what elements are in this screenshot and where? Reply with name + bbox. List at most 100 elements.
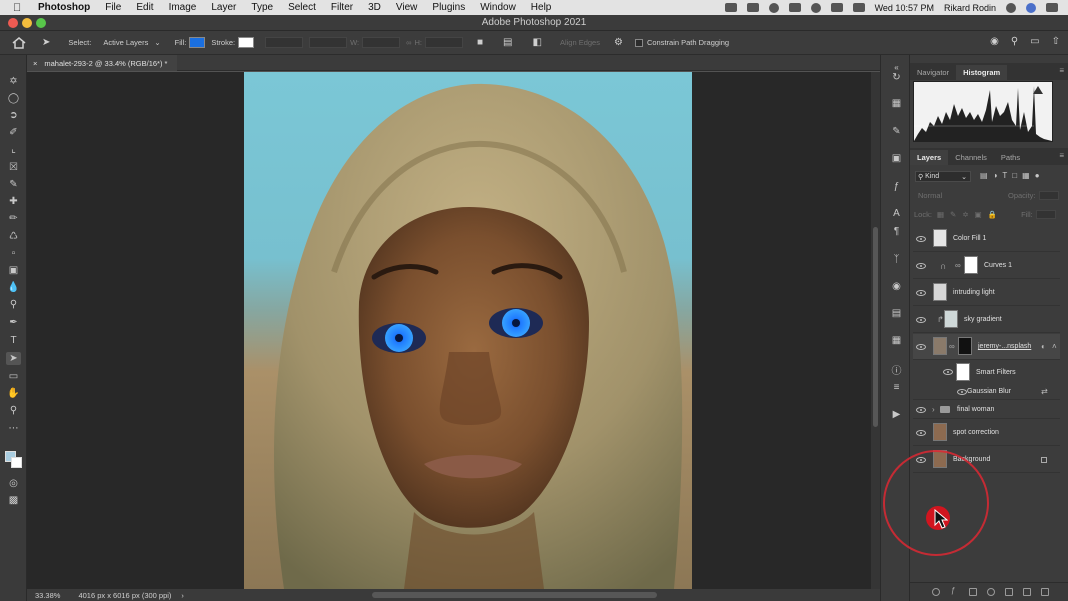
tab-navigator[interactable]: Navigator <box>910 65 956 80</box>
lock-image-icon[interactable]: ✎ <box>950 210 956 219</box>
gear-icon[interactable]: ⚙ <box>614 37 623 48</box>
fx-icon[interactable]: ƒ <box>951 586 959 595</box>
play-icon[interactable]: ▶ <box>890 408 903 420</box>
menu-file[interactable]: File <box>105 2 121 13</box>
paragraph-icon[interactable]: ¶ <box>890 225 903 237</box>
document-tab[interactable]: × mahalet-293-2 @ 33.4% (RGB/16*) * <box>27 55 178 71</box>
visibility-eye-icon[interactable] <box>916 263 926 269</box>
menu-3d[interactable]: 3D <box>368 2 381 13</box>
path-arrangement-icon[interactable]: ◧ <box>532 37 541 48</box>
clone-source-icon[interactable]: ▣ <box>890 152 903 164</box>
horizontal-scroll-thumb[interactable] <box>372 592 657 598</box>
select-dropdown[interactable]: Active Layers <box>103 38 148 47</box>
character-icon[interactable]: A <box>890 207 903 219</box>
layers-panel-menu-icon[interactable]: ≡ <box>1059 151 1064 160</box>
link-layers-icon[interactable] <box>932 588 940 596</box>
lock-all-icon[interactable]: 🔒 <box>988 210 997 219</box>
actions-icon[interactable]: ƒ <box>890 180 903 192</box>
eyedropper-tool-icon[interactable]: ✎ <box>6 178 21 191</box>
layer-row[interactable]: ↱ sky gradient <box>913 307 1060 333</box>
visibility-eye-icon[interactable] <box>916 236 926 242</box>
siri-icon[interactable] <box>1026 2 1036 13</box>
gradient-tool-icon[interactable]: ▣ <box>6 264 21 277</box>
brush-tool-icon[interactable]: ✏ <box>6 212 21 225</box>
menu-clock[interactable]: Wed 10:57 PM <box>875 3 934 13</box>
visibility-eye-icon[interactable] <box>916 344 926 350</box>
fill-field[interactable] <box>1035 210 1056 219</box>
tab-layers[interactable]: Layers <box>910 150 949 165</box>
home-icon[interactable] <box>12 36 26 49</box>
vertical-scrollbar[interactable] <box>871 72 880 589</box>
spotlight-icon[interactable] <box>1006 2 1016 13</box>
filter-smart-object-icon[interactable]: ▦ <box>1022 171 1030 180</box>
filter-row[interactable]: Gaussian Blur ⇄ <box>913 383 1060 400</box>
zoom-tool-icon[interactable]: ⚲ <box>6 404 21 417</box>
visibility-eye-icon[interactable] <box>916 317 926 323</box>
zoom-window-button[interactable] <box>36 18 46 28</box>
clone-stamp-tool-icon[interactable]: ♺ <box>6 230 21 243</box>
layer-group-row[interactable]: › final woman <box>913 401 1060 419</box>
tab-paths[interactable]: Paths <box>994 150 1027 165</box>
apple-icon[interactable]:  <box>13 2 27 14</box>
visibility-eye-icon[interactable] <box>916 407 926 413</box>
frame-tool-icon[interactable]: ☒ <box>6 161 21 174</box>
menu-user[interactable]: Rikard Rodin <box>944 3 996 13</box>
smart-filters-row[interactable]: Smart Filters <box>913 362 1060 382</box>
workspace-icon[interactable]: ▭ <box>1030 36 1039 47</box>
search-icon[interactable]: ⚲ <box>1011 36 1018 47</box>
history-icon[interactable]: ↻ <box>890 71 903 83</box>
lock-transparent-icon[interactable]: ▦ <box>937 210 944 219</box>
menu-select[interactable]: Select <box>288 2 316 13</box>
chevron-right-icon[interactable]: › <box>932 405 935 414</box>
filter-shape-icon[interactable]: □ <box>1012 171 1017 180</box>
align-edges-option[interactable]: Align Edges <box>560 38 600 47</box>
control-center-icon[interactable] <box>1046 3 1058 12</box>
width-field[interactable] <box>362 37 401 48</box>
adjustment-layer-icon[interactable] <box>987 588 995 596</box>
battery-icon[interactable] <box>830 3 843 12</box>
quick-select-tool-icon[interactable]: ✐ <box>6 126 21 139</box>
swatches-icon[interactable]: ▤ <box>890 307 903 319</box>
tab-channels[interactable]: Channels <box>948 150 994 165</box>
bluetooth-icon[interactable] <box>788 3 801 12</box>
screen-mode-icon[interactable]: ▩ <box>6 494 21 507</box>
path-selection-tool-icon[interactable]: ➤ <box>42 37 50 48</box>
tables-icon[interactable]: ▦ <box>890 334 903 346</box>
filter-adjustment-icon[interactable]: ◑ <box>993 171 998 180</box>
path-alignment-icon[interactable]: ▤ <box>503 37 512 48</box>
menu-edit[interactable]: Edit <box>136 2 153 13</box>
crop-tool-icon[interactable]: ⌞ <box>6 143 21 156</box>
canvas-area[interactable] <box>27 72 871 589</box>
status-menu-arrow-icon[interactable]: › <box>181 591 184 600</box>
hand-tool-icon[interactable]: ✋ <box>6 387 21 400</box>
close-tab-icon[interactable]: × <box>33 59 37 68</box>
glyphs-icon[interactable]: ᛉ <box>890 253 903 265</box>
zoom-level[interactable]: 33.38% <box>35 591 60 600</box>
creative-cloud-icon[interactable] <box>768 2 779 13</box>
eraser-tool-icon[interactable]: ▫ <box>6 247 21 260</box>
type-tool-icon[interactable]: T <box>6 334 21 347</box>
healing-brush-tool-icon[interactable]: ✚ <box>6 195 21 208</box>
opacity-field[interactable] <box>1038 191 1059 200</box>
lock-position-icon[interactable]: ✡ <box>962 210 968 219</box>
menu-view[interactable]: View <box>396 2 418 13</box>
quick-mask-icon[interactable]: ◎ <box>6 477 21 490</box>
layer-row-selected[interactable]: ∞ jeremy-...nsplash ◐ ˄ <box>913 334 1060 360</box>
pen-tool-icon[interactable]: ✒ <box>6 316 21 329</box>
vertical-scroll-thumb[interactable] <box>873 227 878 427</box>
menu-photoshop[interactable]: Photoshop <box>38 2 90 13</box>
height-field[interactable] <box>424 37 463 48</box>
marquee-tool-icon[interactable]: ◯ <box>6 92 21 105</box>
visibility-eye-icon[interactable] <box>957 389 967 395</box>
rectangle-tool-icon[interactable]: ▭ <box>6 370 21 383</box>
menu-type[interactable]: Type <box>251 2 273 13</box>
chevron-up-icon[interactable]: ˄ <box>1052 342 1057 351</box>
blur-tool-icon[interactable]: 💧 <box>6 281 21 294</box>
lasso-tool-icon[interactable]: ➲ <box>6 109 21 122</box>
minimize-window-button[interactable] <box>22 18 32 28</box>
layer-row[interactable]: intruding light <box>913 280 1060 306</box>
path-operations-icon[interactable]: ■ <box>477 37 483 48</box>
blend-mode-dropdown[interactable]: Normal <box>918 191 988 200</box>
wifi-icon[interactable] <box>852 3 865 12</box>
libraries-icon[interactable]: ▦ <box>890 97 903 109</box>
